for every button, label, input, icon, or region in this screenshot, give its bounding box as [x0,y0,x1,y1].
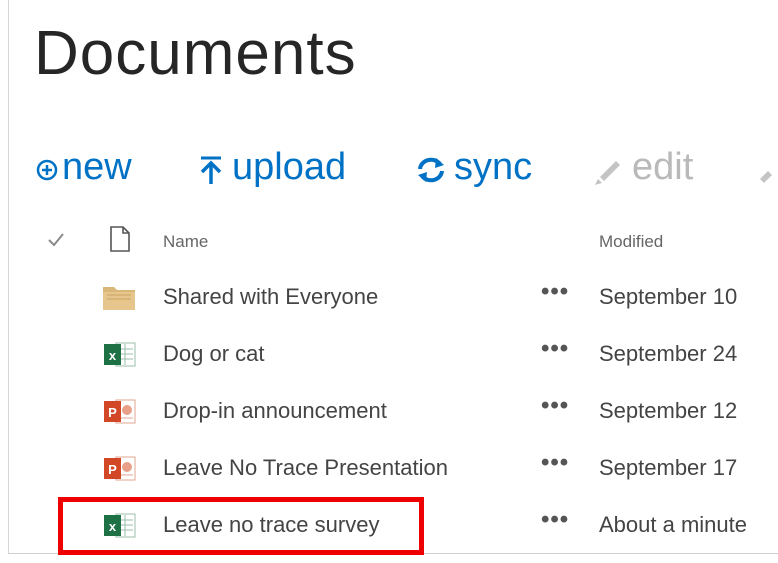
new-label: new [62,145,132,188]
modified-column-header[interactable]: Modified [599,232,663,252]
upload-label: upload [232,145,347,188]
file-name-link[interactable]: Leave No Trace Presentation [163,455,448,481]
highlight-box [58,497,424,555]
excel-icon: x [104,342,136,367]
list-item[interactable]: P Leave No Trace Presentation ••• Septem… [0,439,778,495]
modified-date: September 17 [599,455,738,480]
list-header: Name Modified [0,222,778,260]
edit-button[interactable]: edit [592,142,693,192]
more-options-button[interactable]: ••• [541,335,569,363]
page-title: Documents [34,19,357,88]
powerpoint-icon: P [104,456,136,481]
pencil-icon [760,171,772,183]
new-button[interactable]: new [36,142,132,192]
svg-text:P: P [108,405,117,420]
upload-arrow-icon [200,156,222,184]
plus-circle-icon [36,159,58,181]
checkmark-icon[interactable] [47,232,65,248]
more-options-button[interactable]: ••• [541,449,569,477]
modified-date: September 10 [599,284,738,309]
list-item[interactable]: P Drop-in announcement ••• September 12 [0,382,778,438]
pencil-icon [595,161,620,185]
file-name-link[interactable]: Dog or cat [163,341,265,367]
svg-text:x: x [109,348,117,363]
edit-label: edit [632,145,694,188]
file-name-link[interactable]: Shared with Everyone [163,284,378,310]
sync-icon [418,157,444,183]
svg-text:P: P [108,462,117,477]
more-pencil-button[interactable] [758,142,778,192]
modified-date: September 24 [599,341,738,366]
powerpoint-icon: P [104,399,136,424]
more-options-button[interactable]: ••• [541,392,569,420]
name-column-header[interactable]: Name [163,232,208,252]
upload-button[interactable]: upload [198,142,346,192]
file-name-link[interactable]: Drop-in announcement [163,398,387,424]
document-icon [110,226,130,252]
folder-icon [103,287,135,310]
more-options-button[interactable]: ••• [541,278,569,306]
modified-date: September 12 [599,398,738,423]
list-item[interactable]: Shared with Everyone ••• September 10 [0,268,778,324]
modified-date: About a minute [599,512,747,537]
sync-label: sync [454,145,533,188]
list-item[interactable]: x Dog or cat ••• September 24 [0,325,778,381]
more-options-button[interactable]: ••• [541,506,569,534]
sync-button[interactable]: sync [416,142,532,192]
